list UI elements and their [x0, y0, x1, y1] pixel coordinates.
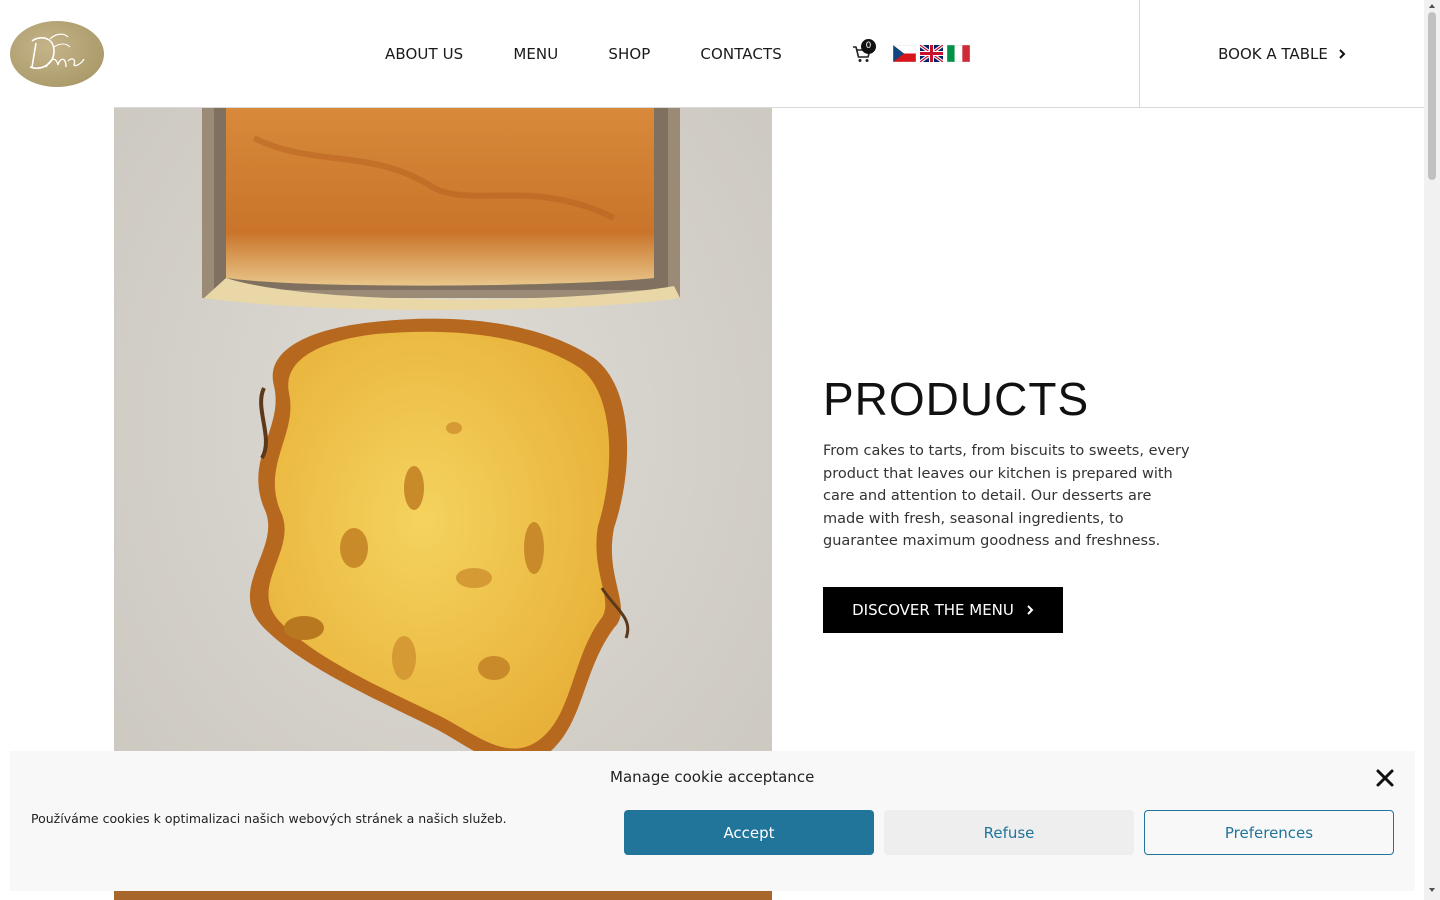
nav-about-us[interactable]: ABOUT US [385, 45, 463, 63]
cookie-refuse-button[interactable]: Refuse [884, 810, 1134, 855]
scrollbar-thumb[interactable] [1428, 12, 1436, 180]
czech-flag-icon[interactable] [893, 45, 916, 62]
close-icon[interactable] [1374, 767, 1396, 789]
discover-menu-label: DISCOVER THE MENU [852, 601, 1014, 619]
cart-count-badge: 0 [861, 39, 876, 54]
main-nav: ABOUT US MENU SHOP CONTACTS [385, 43, 782, 65]
chevron-right-icon [1027, 605, 1034, 615]
scroll-down-arrow-icon[interactable] [1428, 886, 1436, 894]
discover-menu-button[interactable]: DISCOVER THE MENU [823, 587, 1063, 633]
logo-script-icon [29, 33, 85, 69]
cookie-banner: Manage cookie acceptance Používáme cooki… [10, 751, 1415, 891]
products-description: From cakes to tarts, from biscuits to sw… [823, 443, 1190, 550]
uk-flag-icon[interactable] [920, 45, 943, 62]
cookie-banner-message: Používáme cookies k optimalizaci našich … [31, 811, 507, 826]
nav-menu[interactable]: MENU [513, 45, 558, 63]
chevron-right-icon [1339, 48, 1346, 59]
scroll-up-arrow-icon[interactable] [1428, 2, 1436, 10]
logo[interactable] [10, 21, 104, 87]
products-title: PRODUCTS [823, 373, 1090, 425]
nav-contacts[interactable]: CONTACTS [700, 45, 781, 63]
book-a-table-label: BOOK A TABLE [1218, 44, 1328, 63]
site-header: ABOUT US MENU SHOP CONTACTS 0 BOOK A TAB… [0, 0, 1424, 107]
nav-shop[interactable]: SHOP [608, 45, 650, 63]
next-section-image-edge [114, 891, 772, 900]
cookie-banner-title: Manage cookie acceptance [610, 768, 815, 786]
language-switcher [893, 45, 970, 62]
book-a-table-button[interactable]: BOOK A TABLE [1140, 0, 1424, 107]
cookie-preferences-button[interactable]: Preferences [1144, 810, 1394, 855]
cookie-accept-button[interactable]: Accept [624, 810, 874, 855]
italian-flag-icon[interactable] [947, 45, 970, 62]
